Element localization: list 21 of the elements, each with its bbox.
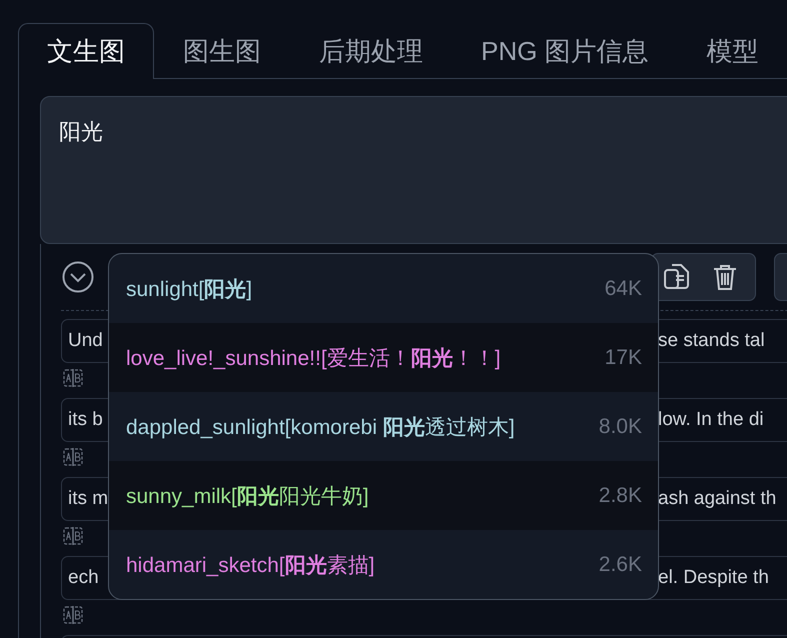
suggestion-count: 2.8K [598,484,642,508]
suggestion-count: 17K [604,346,642,370]
suggestion-count: 64K [604,276,642,300]
tab[interactable]: 后期处理 [290,23,452,78]
prompt-field[interactable]: 阳光 [40,96,787,244]
suggestion-text: hidamari_sketch[阳光素描] [126,552,375,578]
suggestion-text: dappled_sunlight[komorebi 阳光透过树木] [126,414,515,440]
suggestion-item[interactable]: hidamari_sketch[阳光素描] 2.6K [109,530,658,599]
suggestion-count: 2.6K [598,552,642,576]
suggestion-text: love_live!_sunshine!![爱生活！阳光！！] [126,346,501,372]
suggestion-count: 8.0K [598,414,642,438]
suggestion-item[interactable]: sunny_milk[阳光阳光牛奶] 2.8K [109,461,658,530]
suggestion-item[interactable]: love_live!_sunshine!![爱生活！阳光！！] 17K [109,323,658,392]
tab[interactable]: PNG 图片信息 [452,23,678,78]
tab[interactable]: 图生图 [154,23,290,78]
tab[interactable]: 模型 [678,23,787,78]
suggestion-text: sunny_milk[阳光阳光牛奶] [126,484,369,510]
suggestion-item[interactable]: sunlight[阳光] 64K [109,254,658,323]
suggestion-text: sunlight[阳光] [126,276,252,302]
tab[interactable]: 文生图 [18,23,154,79]
suggestion-item[interactable]: dappled_sunlight[komorebi 阳光透过树木] 8.0K [109,392,658,461]
